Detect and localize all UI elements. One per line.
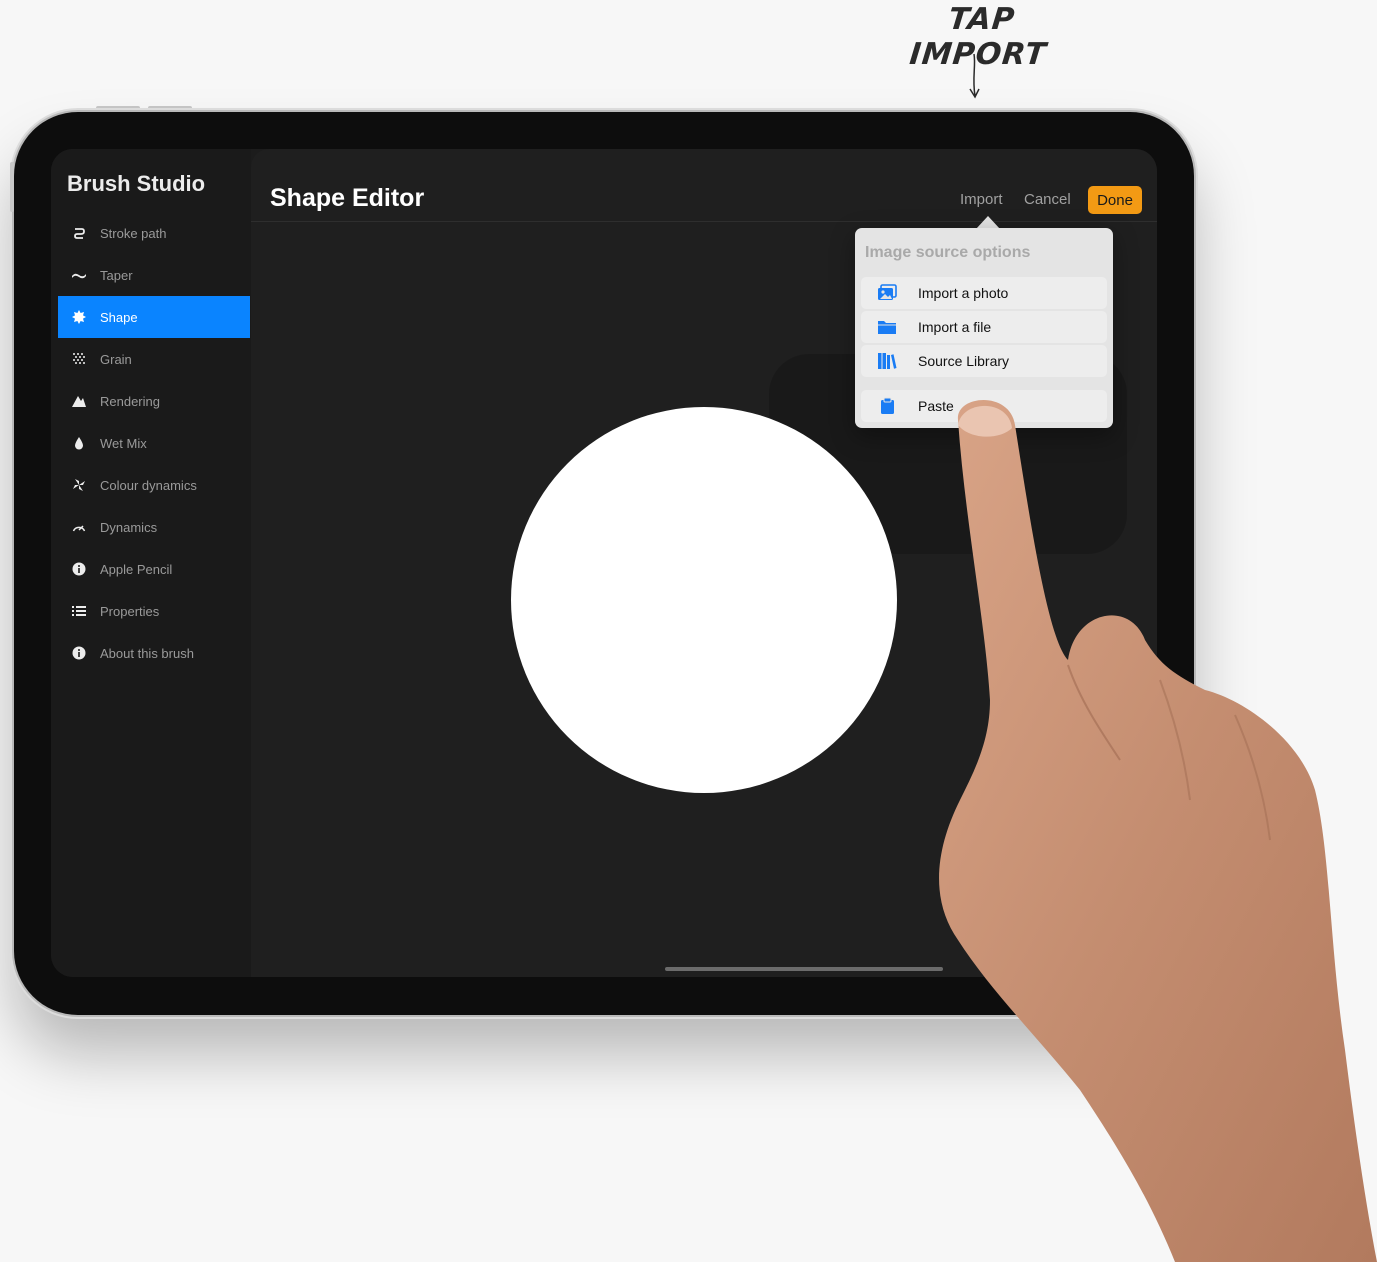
popover-item-label: Source Library	[918, 353, 1010, 369]
done-button[interactable]: Done	[1088, 186, 1142, 214]
sidebar-item-shape[interactable]: Shape	[58, 296, 250, 338]
photo-icon	[877, 284, 897, 302]
taper-icon	[72, 268, 86, 282]
sidebar-item-properties[interactable]: Properties	[58, 590, 250, 632]
grain-icon	[72, 352, 86, 366]
volume-button	[96, 106, 140, 110]
home-indicator	[665, 967, 943, 971]
sidebar-item-taper[interactable]: Taper	[58, 254, 250, 296]
sidebar-item-label: Stroke path	[100, 225, 167, 241]
info-icon	[72, 646, 86, 660]
arrow-down-icon	[969, 53, 980, 99]
sidebar-item-label: Wet Mix	[100, 435, 147, 451]
rendering-icon	[72, 394, 86, 408]
paste-option[interactable]: Paste	[861, 390, 1107, 422]
apple-pencil-icon	[72, 562, 86, 576]
dynamics-icon	[72, 520, 86, 534]
sidebar-item-label: Properties	[100, 603, 160, 619]
sidebar-item-label: Dynamics	[100, 519, 158, 535]
sidebar-item-label: Colour dynamics	[100, 477, 197, 493]
clipboard-icon	[877, 397, 897, 415]
page-title: Shape Editor	[270, 184, 425, 212]
sidebar-item-label: About this brush	[100, 645, 194, 661]
sidebar: Brush Studio Stroke path Taper Shape Gra…	[51, 149, 251, 977]
sidebar-item-label: Shape	[100, 309, 138, 325]
properties-icon	[72, 604, 86, 618]
sidebar-item-colour-dynamics[interactable]: Colour dynamics	[58, 464, 250, 506]
colour-dynamics-icon	[72, 478, 86, 492]
popover-item-label: Import a file	[918, 319, 992, 335]
wet-mix-icon	[72, 436, 86, 450]
side-button	[10, 162, 14, 212]
sidebar-item-dynamics[interactable]: Dynamics	[58, 506, 250, 548]
sidebar-item-apple-pencil[interactable]: Apple Pencil	[58, 548, 250, 590]
popover-item-label: Import a photo	[918, 285, 1009, 301]
sidebar-item-stroke-path[interactable]: Stroke path	[58, 212, 250, 254]
sidebar-item-label: Taper	[100, 267, 133, 283]
source-library-option[interactable]: Source Library	[861, 345, 1107, 377]
import-photo-option[interactable]: Import a photo	[861, 277, 1107, 309]
sidebar-item-label: Rendering	[100, 393, 160, 409]
volume-button	[148, 106, 192, 110]
sidebar-title: Brush Studio	[67, 171, 206, 196]
sidebar-item-about-this-brush[interactable]: About this brush	[58, 632, 250, 674]
sidebar-item-label: Apple Pencil	[100, 561, 173, 577]
popover-item-label: Paste	[918, 398, 954, 414]
image-source-popover: Image source options Import a photo Impo…	[855, 228, 1113, 428]
sidebar-item-wet-mix[interactable]: Wet Mix	[58, 422, 250, 464]
sidebar-item-label: Grain	[100, 351, 132, 367]
folder-icon	[877, 318, 897, 336]
import-button[interactable]: Import	[960, 191, 1003, 208]
cancel-button[interactable]: Cancel	[1024, 191, 1071, 208]
header-divider	[251, 221, 1157, 222]
sidebar-item-rendering[interactable]: Rendering	[58, 380, 250, 422]
shape-preview[interactable]	[511, 407, 897, 793]
library-icon	[877, 352, 897, 370]
import-file-option[interactable]: Import a file	[861, 311, 1107, 343]
stroke-path-icon	[72, 226, 86, 240]
popover-title: Image source options	[865, 244, 1031, 261]
shape-icon	[72, 310, 86, 324]
sidebar-item-grain[interactable]: Grain	[58, 338, 250, 380]
